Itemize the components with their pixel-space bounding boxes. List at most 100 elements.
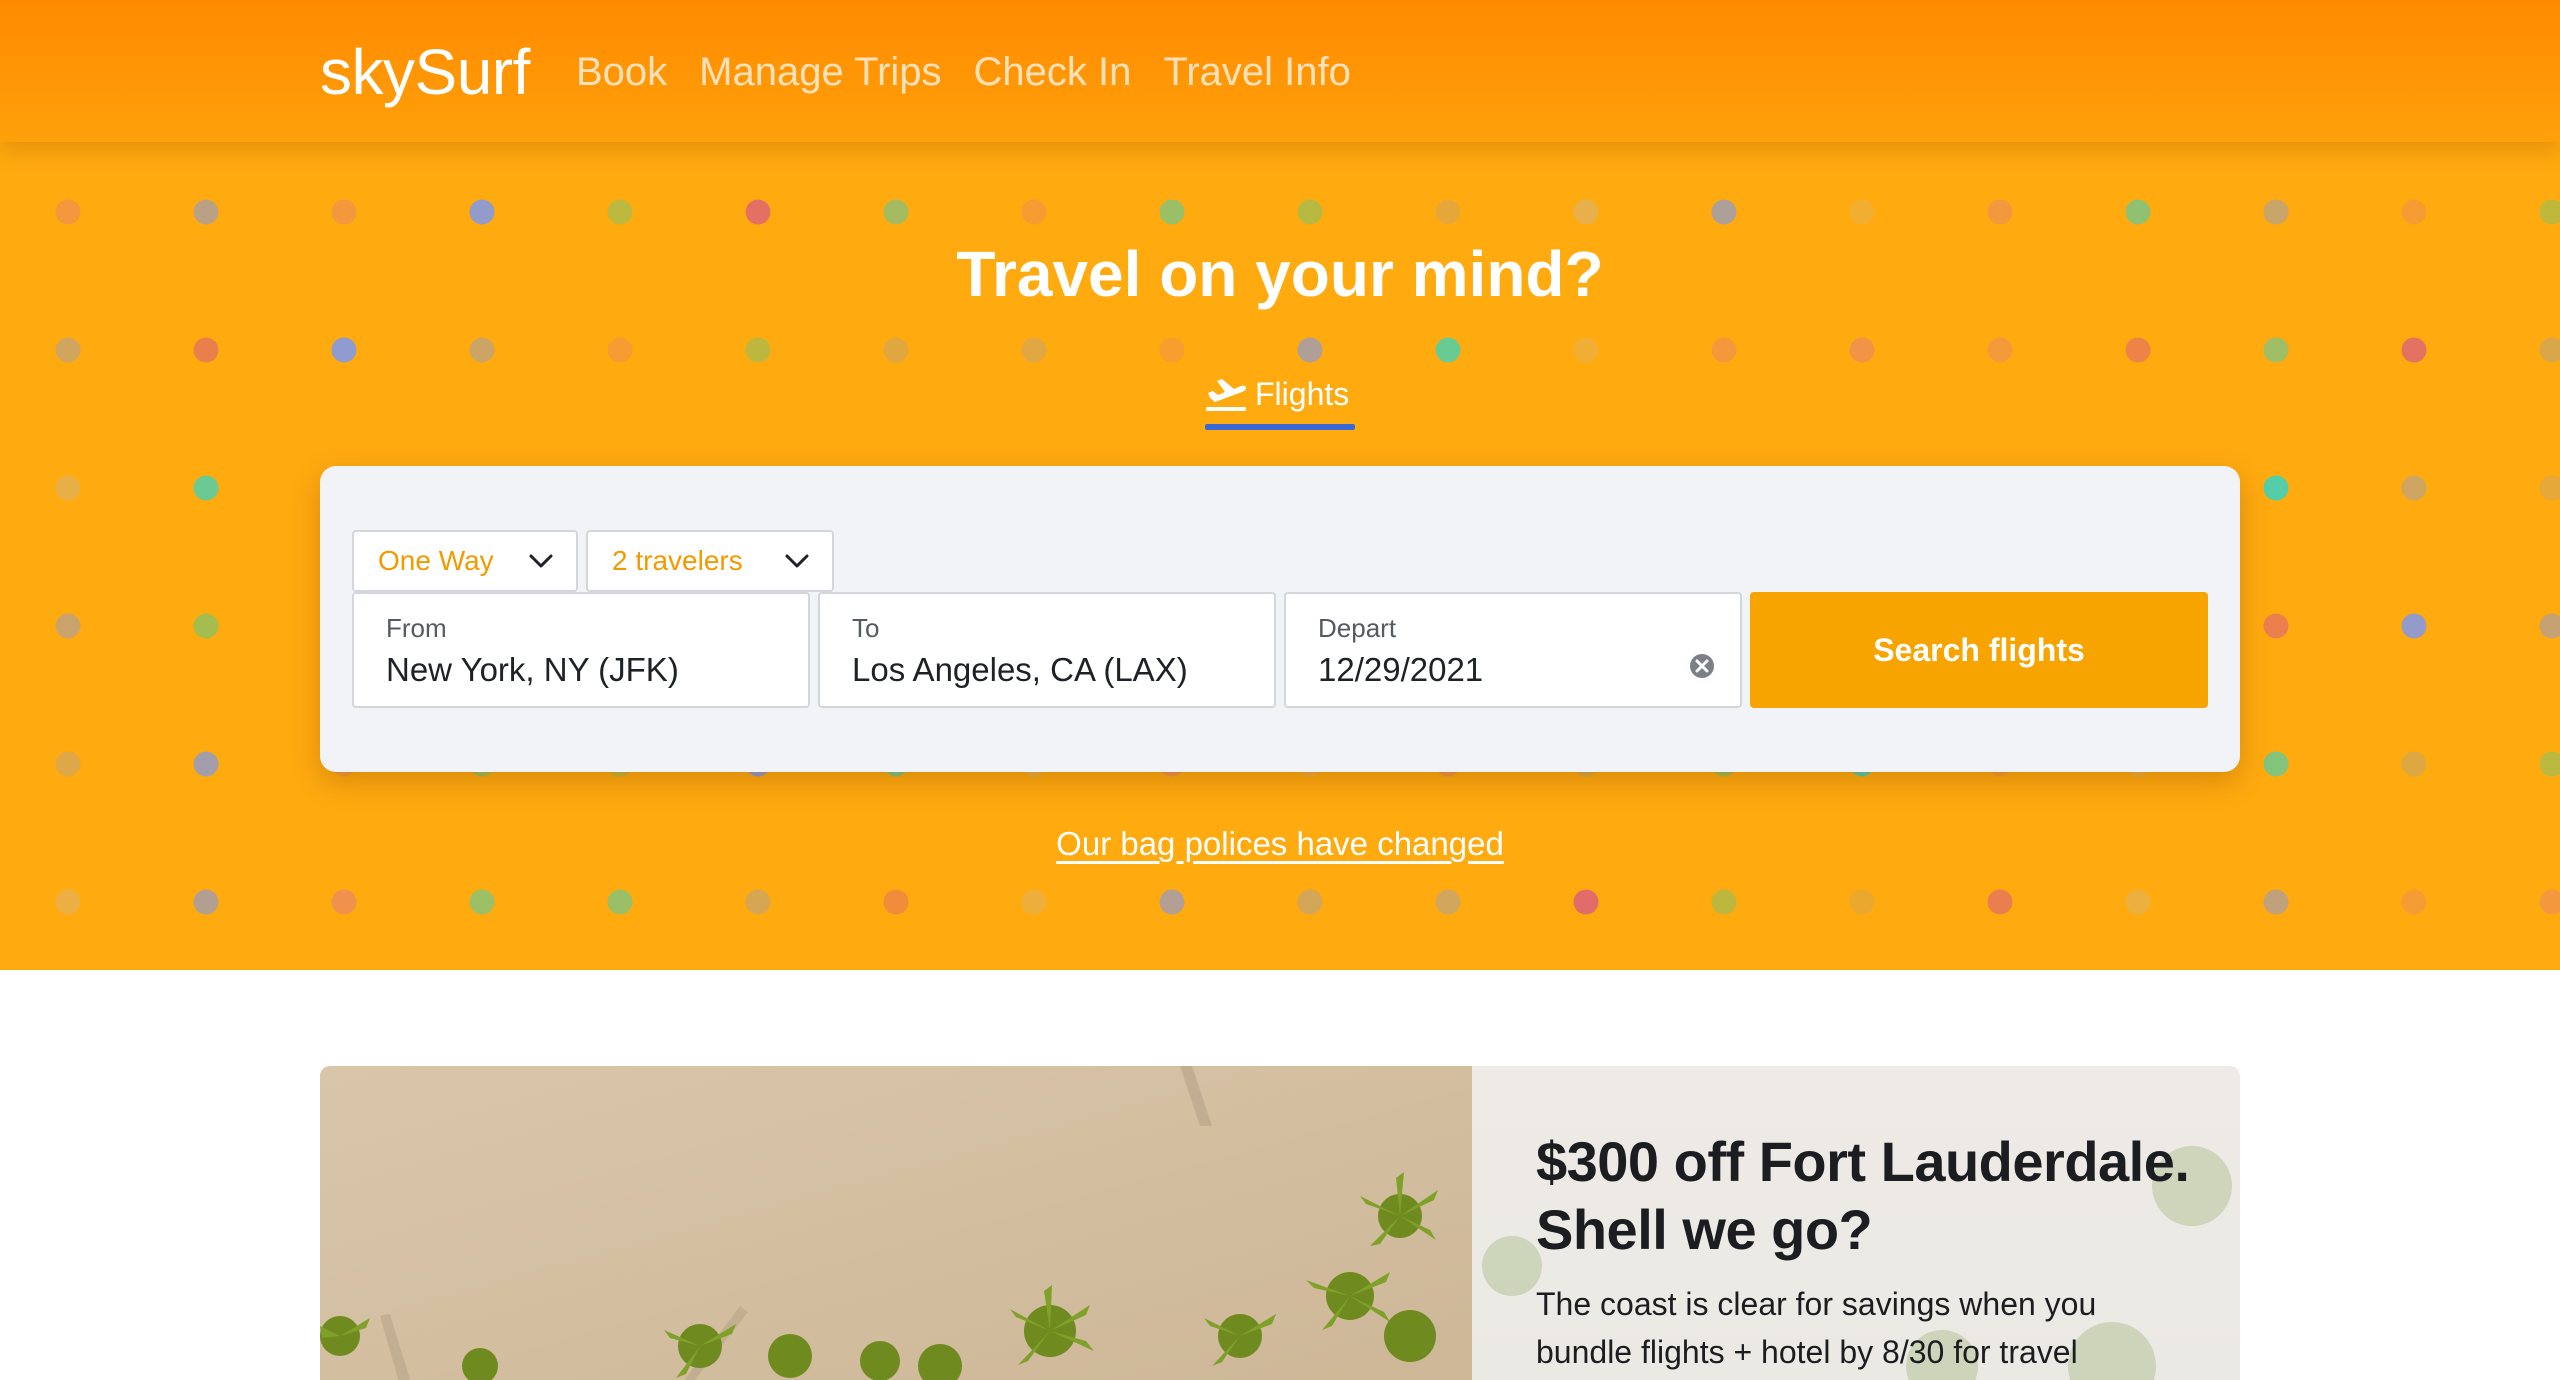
decorative-dot bbox=[469, 337, 495, 363]
decorative-dot bbox=[883, 889, 909, 915]
clear-date-icon[interactable] bbox=[1688, 652, 1716, 680]
bag-policy-link-wrapper: Our bag polices have changed bbox=[0, 822, 2560, 866]
decorative-dot bbox=[607, 199, 633, 225]
trip-type-select[interactable]: One Way bbox=[352, 530, 578, 592]
to-label: To bbox=[852, 613, 880, 643]
decorative-dot bbox=[1711, 199, 1737, 225]
travelers-select[interactable]: 2 travelers bbox=[586, 530, 834, 592]
decorative-dot bbox=[331, 199, 357, 225]
decorative-dot bbox=[2125, 199, 2151, 225]
nav-travel-info[interactable]: Travel Info bbox=[1163, 46, 1350, 98]
decorative-dot bbox=[193, 475, 219, 501]
decorative-dot bbox=[1021, 889, 1047, 915]
decorative-dot bbox=[1021, 337, 1047, 363]
decorative-dot bbox=[1573, 337, 1599, 363]
decorative-dot bbox=[607, 889, 633, 915]
decorative-dot bbox=[331, 889, 357, 915]
depart-label: Depart bbox=[1318, 613, 1397, 643]
decorative-dot bbox=[2401, 475, 2427, 501]
decorative-dot bbox=[1573, 889, 1599, 915]
decorative-dot bbox=[2539, 889, 2560, 915]
decorative-dot bbox=[2401, 889, 2427, 915]
decorative-dot bbox=[2263, 613, 2289, 639]
decorative-dot bbox=[1021, 199, 1047, 225]
decorative-dot bbox=[2125, 337, 2151, 363]
decorative-dot bbox=[193, 613, 219, 639]
decorative-dot bbox=[2539, 199, 2560, 225]
from-value: New York, NY (JFK) bbox=[386, 651, 679, 688]
decorative-dot bbox=[745, 199, 771, 225]
decorative-dot bbox=[1987, 337, 2013, 363]
trip-type-value: One Way bbox=[378, 545, 494, 576]
decorative-dot bbox=[2401, 199, 2427, 225]
decorative-dot bbox=[55, 475, 81, 501]
decorative-dot bbox=[469, 199, 495, 225]
decorative-dot bbox=[1711, 889, 1737, 915]
decorative-dot bbox=[1435, 337, 1461, 363]
decorative-dot bbox=[2125, 889, 2151, 915]
decorative-dot bbox=[1159, 889, 1185, 915]
airplane-takeoff-icon bbox=[1206, 379, 1246, 411]
beach-palms-photo bbox=[320, 1066, 1472, 1380]
flight-search-panel: One Way 2 travelers From New York, NY (J… bbox=[320, 466, 2240, 772]
brand-logo[interactable]: skySurf bbox=[320, 34, 530, 110]
promo-body: The coast is clear for savings when you … bbox=[1536, 1286, 2097, 1370]
hero-section: Travel on your mind? Flights One Way 2 t… bbox=[0, 142, 2560, 970]
tab-flights[interactable]: Flights bbox=[1205, 364, 1355, 430]
chevron-down-icon bbox=[529, 554, 553, 568]
decorative-dot bbox=[1987, 199, 2013, 225]
chevron-down-icon bbox=[785, 554, 809, 568]
decorative-dot bbox=[2263, 475, 2289, 501]
decorative-dot bbox=[1849, 199, 1875, 225]
top-header: skySurf Book Manage Trips Check In Trave… bbox=[0, 0, 2560, 142]
bag-policy-link[interactable]: Our bag polices have changed bbox=[1056, 825, 1504, 862]
hero-title: Travel on your mind? bbox=[956, 238, 1604, 310]
decorative-dot bbox=[1435, 889, 1461, 915]
to-field[interactable]: To Los Angeles, CA (LAX) bbox=[818, 592, 1276, 708]
decorative-dot bbox=[55, 889, 81, 915]
decorative-dot bbox=[55, 199, 81, 225]
decorative-dot bbox=[2539, 337, 2560, 363]
decorative-dot bbox=[193, 889, 219, 915]
decorative-dot bbox=[2263, 751, 2289, 777]
search-flights-button[interactable]: Search flights bbox=[1750, 592, 2208, 708]
decorative-dot bbox=[1435, 199, 1461, 225]
decorative-dot bbox=[1711, 337, 1737, 363]
decorative-dot bbox=[55, 613, 81, 639]
decorative-dot bbox=[1159, 337, 1185, 363]
decorative-dot bbox=[1573, 199, 1599, 225]
tab-flights-label: Flights bbox=[1255, 376, 1350, 412]
promo-card[interactable]: $300 off Fort Lauderdale. Shell we go? T… bbox=[320, 1066, 2240, 1380]
from-label: From bbox=[386, 613, 447, 643]
to-value: Los Angeles, CA (LAX) bbox=[852, 651, 1188, 688]
decorative-dot bbox=[2539, 475, 2560, 501]
decorative-dot bbox=[55, 337, 81, 363]
nav-book[interactable]: Book bbox=[576, 46, 667, 98]
promo-heading: $300 off Fort Lauderdale. Shell we go? bbox=[1536, 1130, 2190, 1261]
decorative-dot bbox=[193, 337, 219, 363]
decorative-dot bbox=[1297, 199, 1323, 225]
nav-manage-trips[interactable]: Manage Trips bbox=[699, 46, 941, 98]
decorative-dot bbox=[193, 751, 219, 777]
decorative-dot bbox=[469, 889, 495, 915]
depart-date-field[interactable]: Depart 12/29/2021 bbox=[1284, 592, 1742, 708]
decorative-dot bbox=[2401, 751, 2427, 777]
decorative-dot bbox=[2263, 199, 2289, 225]
main-nav: Book Manage Trips Check In Travel Info bbox=[576, 46, 1351, 98]
decorative-dot bbox=[331, 337, 357, 363]
travelers-value: 2 travelers bbox=[612, 545, 743, 576]
decorative-dot bbox=[883, 199, 909, 225]
decorative-dot bbox=[883, 337, 909, 363]
decorative-dot bbox=[2539, 751, 2560, 777]
decorative-dot bbox=[193, 199, 219, 225]
decorative-dot bbox=[55, 751, 81, 777]
from-field[interactable]: From New York, NY (JFK) bbox=[352, 592, 810, 708]
nav-check-in[interactable]: Check In bbox=[974, 46, 1132, 98]
depart-value: 12/29/2021 bbox=[1318, 651, 1484, 688]
decorative-dot bbox=[1849, 889, 1875, 915]
decorative-dot bbox=[1297, 337, 1323, 363]
decorative-dot bbox=[2263, 337, 2289, 363]
promo-text-panel: $300 off Fort Lauderdale. Shell we go? T… bbox=[1472, 1066, 2240, 1380]
decorative-dot bbox=[2401, 613, 2427, 639]
decorative-dot bbox=[745, 889, 771, 915]
